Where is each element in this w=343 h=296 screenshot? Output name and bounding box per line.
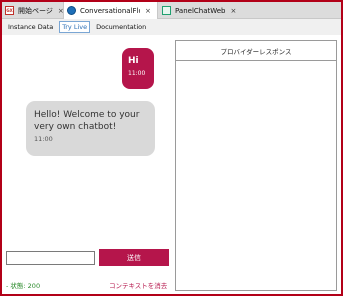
panel-icon bbox=[162, 6, 171, 15]
user-message-text: Hi bbox=[128, 56, 139, 66]
document-tab-strip: GX 開始ページ × ConversationalFlows1 × PanelC… bbox=[2, 2, 341, 19]
window-frame: GX 開始ページ × ConversationalFlows1 × PanelC… bbox=[0, 0, 343, 296]
tab-label: 開始ページ bbox=[18, 6, 53, 15]
tab-start-page[interactable]: GX 開始ページ × bbox=[2, 2, 64, 19]
globe-icon bbox=[67, 6, 76, 15]
tab-conversational-flows[interactable]: ConversationalFlows1 × bbox=[63, 2, 158, 19]
tab-instance-data[interactable]: Instance Data bbox=[6, 22, 55, 32]
bot-message-text: Hello! Welcome to your very own chatbot! bbox=[34, 110, 140, 132]
bot-message-bubble: Hello! Welcome to your very own chatbot!… bbox=[26, 101, 155, 156]
user-message-bubble: Hi 11:00 bbox=[122, 48, 154, 89]
clear-context-link[interactable]: コンテキストを消去 bbox=[109, 280, 167, 290]
user-message-time: 11:00 bbox=[128, 70, 146, 77]
tab-label: ConversationalFlows1 bbox=[80, 6, 140, 15]
content-area: Hi 11:00 Hello! Welcome to your very own… bbox=[2, 35, 341, 294]
chat-pane: Hi 11:00 Hello! Welcome to your very own… bbox=[2, 35, 172, 294]
send-button[interactable]: 送信 bbox=[99, 249, 169, 266]
tab-panel-chat-web[interactable]: PanelChatWeb × bbox=[159, 2, 237, 19]
tab-try-live[interactable]: Try Live bbox=[59, 21, 91, 33]
close-icon[interactable]: × bbox=[145, 7, 151, 15]
tab-documentation[interactable]: Documentation bbox=[94, 22, 148, 32]
message-input[interactable] bbox=[6, 251, 95, 265]
close-icon[interactable]: × bbox=[231, 7, 237, 15]
gx-icon: GX bbox=[5, 6, 14, 15]
sub-tab-bar: Instance Data Try Live Documentation bbox=[2, 19, 341, 35]
status-text: - 状態: 200 bbox=[6, 282, 41, 290]
bot-message-time: 11:00 bbox=[34, 135, 53, 143]
provider-response-panel: プロバイダーレスポンス bbox=[175, 40, 337, 291]
tab-label: PanelChatWeb bbox=[175, 6, 226, 15]
provider-response-body bbox=[176, 62, 336, 290]
provider-response-title: プロバイダーレスポンス bbox=[176, 41, 336, 61]
